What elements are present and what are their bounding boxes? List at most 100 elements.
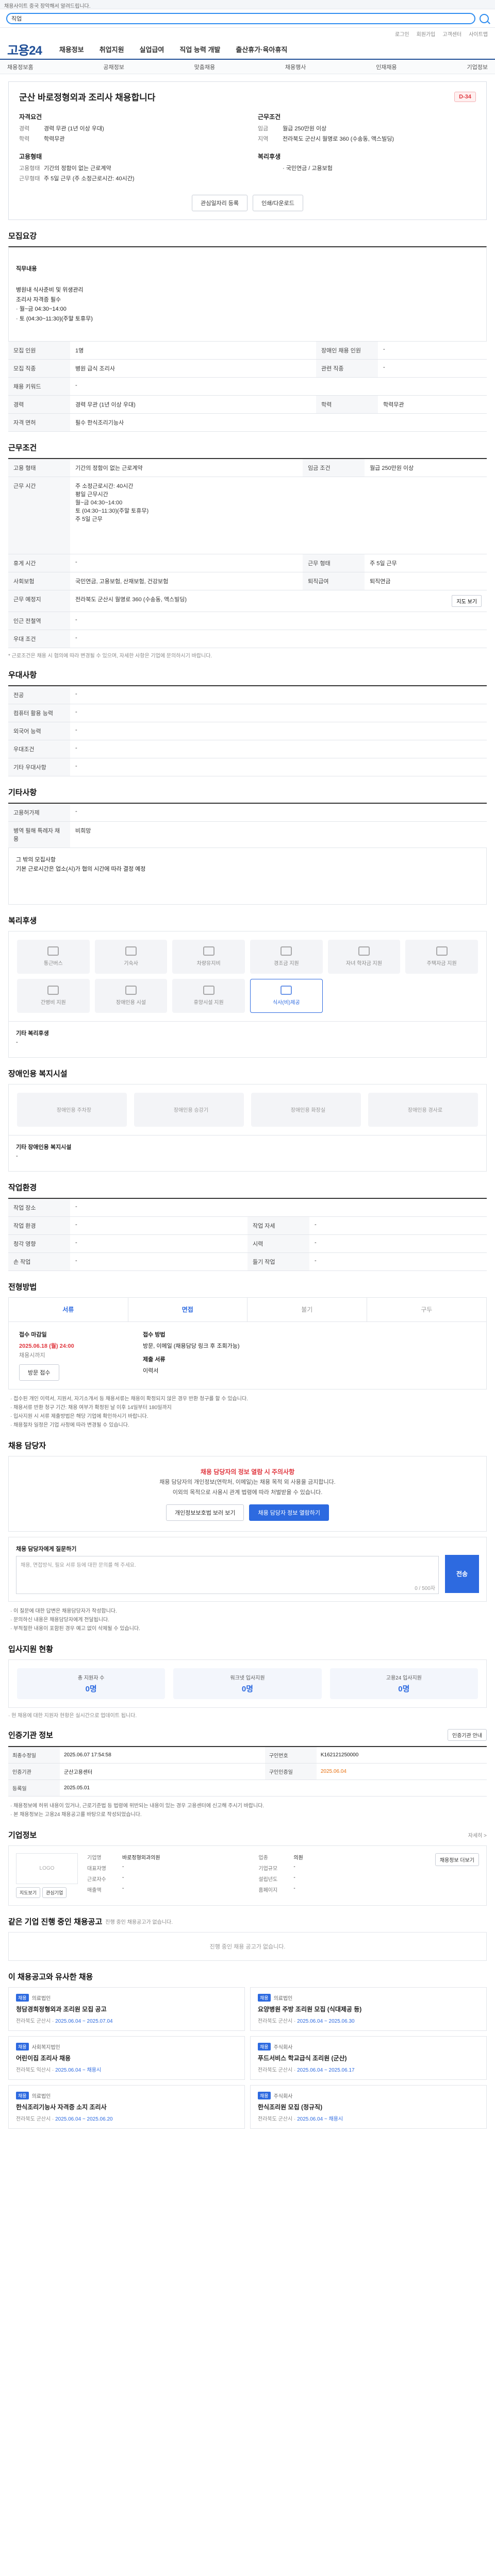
- more-jobs-button[interactable]: 채용정보 더보기: [435, 1853, 479, 1866]
- rec-date: 2025.06.04 ~ 2025.06.17: [297, 2067, 355, 2073]
- map-button[interactable]: 지도 보기: [452, 595, 482, 607]
- welfare-label: 휴양시설 지원: [193, 1000, 224, 1006]
- top-notice: 채용사이트 중국 장악해서 알려드립니다.: [0, 0, 495, 9]
- row-key: 휴게 시간: [8, 554, 70, 572]
- recommend-card[interactable]: 채용 주식회사 푸드서비스 학교급식 조리원 (군산) 전라북도 군산시 · 20…: [250, 2036, 487, 2080]
- car-icon: [203, 946, 214, 956]
- nav-item-training[interactable]: 직업 능력 개발: [179, 44, 220, 54]
- subnav-item[interactable]: 공채정보: [103, 63, 124, 71]
- warning-title: 채용 담당자의 정보 열람 시 주의사항: [200, 1468, 295, 1476]
- subnav-item[interactable]: 기업정보: [467, 63, 487, 71]
- rec-company: 주식회사: [273, 2044, 293, 2050]
- view-contact-button[interactable]: 채용 담당자 정보 열람하기: [249, 1504, 329, 1521]
- deadline-label: 접수 마감일: [19, 1331, 47, 1338]
- summary-heading: 자격요건: [19, 113, 42, 121]
- subnav-item[interactable]: 채용행사: [285, 63, 306, 71]
- customer-center-link[interactable]: 고객센터: [442, 30, 461, 38]
- stat-card: 총 지원자 수 0명: [17, 1668, 166, 1699]
- recommend-card[interactable]: 채용 사회복지법인 어린이집 조리사 채용 전라북도 익산시 · 2025.06.…: [8, 2036, 245, 2080]
- note-line: · 채용서류 반환 청구 기간: 채용 여부가 확정된 날 이후 14일부터 1…: [10, 1404, 172, 1411]
- row-key: 사회보험: [8, 572, 70, 590]
- row-value: 병원 급식 조리사: [70, 359, 317, 378]
- docs-label: 제출 서류: [143, 1356, 166, 1363]
- applicants-note: · 현 채용에 대한 지원자 현황은 실시간으로 업데이트 됩니다.: [8, 1713, 137, 1719]
- privacy-button[interactable]: 개인정보보호법 보러 보기: [166, 1504, 244, 1521]
- nav-item-leave[interactable]: 출산휴가·육아휴직: [236, 44, 287, 54]
- kv-value: 기간의 정함이 없는 근로계약: [44, 165, 111, 172]
- send-button[interactable]: 전송: [445, 1554, 479, 1593]
- interest-button[interactable]: 관심일자리 등록: [192, 195, 248, 211]
- duty-label: 직무내용: [16, 265, 37, 272]
- method-value: 방문, 이메일 (채용담당 링크 후 조회가능): [143, 1343, 240, 1349]
- row-value: -: [70, 740, 487, 758]
- duty-box: 직무내용 병원내 식사준비 및 위생관리 조리사 자격증 필수 · 월~금 04…: [8, 246, 487, 342]
- print-button[interactable]: 인쇄/다운로드: [253, 195, 303, 211]
- meal-icon: [280, 986, 292, 995]
- rec-date: 2025.06.04 ~ 채용시: [55, 2067, 102, 2073]
- row-key: 우대조건: [8, 740, 70, 758]
- deadline-note: 채용시까지: [19, 1352, 45, 1359]
- nav-item-employment-support[interactable]: 취업지원: [100, 44, 124, 54]
- signup-link[interactable]: 회원가입: [417, 30, 436, 38]
- welfare-label: 자녀 학자금 지원: [346, 961, 382, 967]
- stat-value: 0명: [398, 1684, 410, 1693]
- row-key: 근무 예정지: [8, 590, 70, 612]
- company-map-button[interactable]: 지도보기: [16, 1887, 41, 1898]
- company-interest-button[interactable]: 관심기업: [42, 1887, 67, 1898]
- recommend-card[interactable]: 채용 의료법인 청담경희정형외과 조리원 모집 공고 전라북도 군산시 · 202…: [8, 1987, 245, 2031]
- row-key: 외국어 능력: [8, 722, 70, 740]
- jobinfo-notes: · 채용정보에 허위 내용이 있거나, 근로기준법 등 법령에 위반되는 내용이…: [8, 1802, 487, 1819]
- badge: 채용: [16, 2042, 29, 2050]
- row-value: 필수 한식조리기능사: [70, 413, 487, 432]
- company-detail-link[interactable]: 자세히 >: [468, 1831, 487, 1839]
- nav-item-jobs[interactable]: 채용정보: [59, 44, 84, 54]
- method-label: 접수 방법: [143, 1331, 166, 1338]
- nav-item-unemployment[interactable]: 실업급여: [140, 44, 164, 54]
- stat-label: 총 지원자 수: [77, 1675, 105, 1681]
- note-line: · 부적절한 내용이 포함된 경우 예고 없이 삭제될 수 있습니다.: [10, 1625, 140, 1632]
- welfare-extra: 기타 복리후생 -: [8, 1021, 487, 1058]
- recommend-card[interactable]: 채용 의료법인 요양병원 주방 조리원 모집 (식대제공 등) 전라북도 군산시 …: [250, 1987, 487, 2031]
- row-value: -: [70, 554, 303, 572]
- row-key: 구인번호: [265, 1746, 317, 1764]
- gift-icon: [280, 946, 292, 956]
- jobinfo-table: 최종수정일 2025.06.07 17:54:58 구인번호 K16212125000…: [8, 1745, 487, 1797]
- login-link[interactable]: 로그인: [395, 30, 409, 38]
- row-value: -: [70, 612, 487, 630]
- inquiry-textarea[interactable]: 채용, 면접방식, 필요 서류 등에 대한 문의를 해 주세요. 0 / 500…: [16, 1555, 439, 1594]
- subnav-item[interactable]: 인재채용: [376, 63, 397, 71]
- disability-label: 장애인용 승강기: [173, 1108, 209, 1113]
- note-line: · 채용정보에 허위 내용이 있거나, 근로기준법 등 법령에 위반되는 내용이…: [10, 1803, 265, 1809]
- subnav-item[interactable]: 맞춤채용: [194, 63, 215, 71]
- subnav-item[interactable]: 채용정보홈: [7, 63, 34, 71]
- docs-value: 이력서: [143, 1367, 159, 1374]
- kv-key: 학력: [19, 136, 30, 142]
- recommend-card[interactable]: 채용 의료법인 한식조리기능사 자격증 소지 조리사 전라북도 군산시 · 202…: [8, 2084, 245, 2129]
- section-title-workplace: 작업환경: [8, 1183, 37, 1192]
- welfare-label: 간병비 지원: [40, 1000, 66, 1006]
- welfare-item: 경조금 지원: [250, 939, 323, 974]
- row-value: -: [70, 685, 487, 704]
- etc-text: 그 밖의 모집사항 기본 근로시간은 업소(시)가 협의 시간에 따라 결정 예…: [8, 848, 487, 905]
- row-key: 퇴직급여: [303, 572, 365, 590]
- welfare-item: 차량유지비: [172, 939, 245, 974]
- conditions-table: 고용 형태 기간의 정함이 없는 근로계약 임금 조건 월급 250만원 이상 근무 …: [8, 457, 487, 648]
- row-key: 컴퓨터 활용 능력: [8, 704, 70, 722]
- row-value: 비희망: [70, 821, 487, 848]
- search-icon[interactable]: [480, 13, 489, 23]
- site-logo[interactable]: 고용24: [7, 40, 42, 58]
- row-key: 인증기관: [8, 1763, 60, 1780]
- row-value: 2025.06.07 17:54:58: [60, 1746, 265, 1764]
- disability-item: 장애인용 화장실: [251, 1092, 361, 1127]
- row-key: 학력: [316, 395, 378, 414]
- company-logo: LOGO: [16, 1853, 78, 1884]
- search-input[interactable]: 직업: [6, 12, 475, 24]
- row-value: -: [309, 1234, 487, 1253]
- row-key: 채용 키워드: [8, 377, 70, 396]
- recommend-card[interactable]: 채용 주식회사 한식조리원 모집 (정규직) 전라북도 군산시 · 2025.06…: [250, 2084, 487, 2129]
- visit-apply-button[interactable]: 방문 접수: [19, 1364, 59, 1381]
- sitemap-link[interactable]: 사이트맵: [469, 30, 488, 38]
- agency-info-button[interactable]: 인증기관 안내: [448, 1728, 487, 1741]
- row-value: -: [70, 758, 487, 776]
- kv-value: 주 5일 근무 (주 소정근로시간: 40시간): [44, 176, 135, 182]
